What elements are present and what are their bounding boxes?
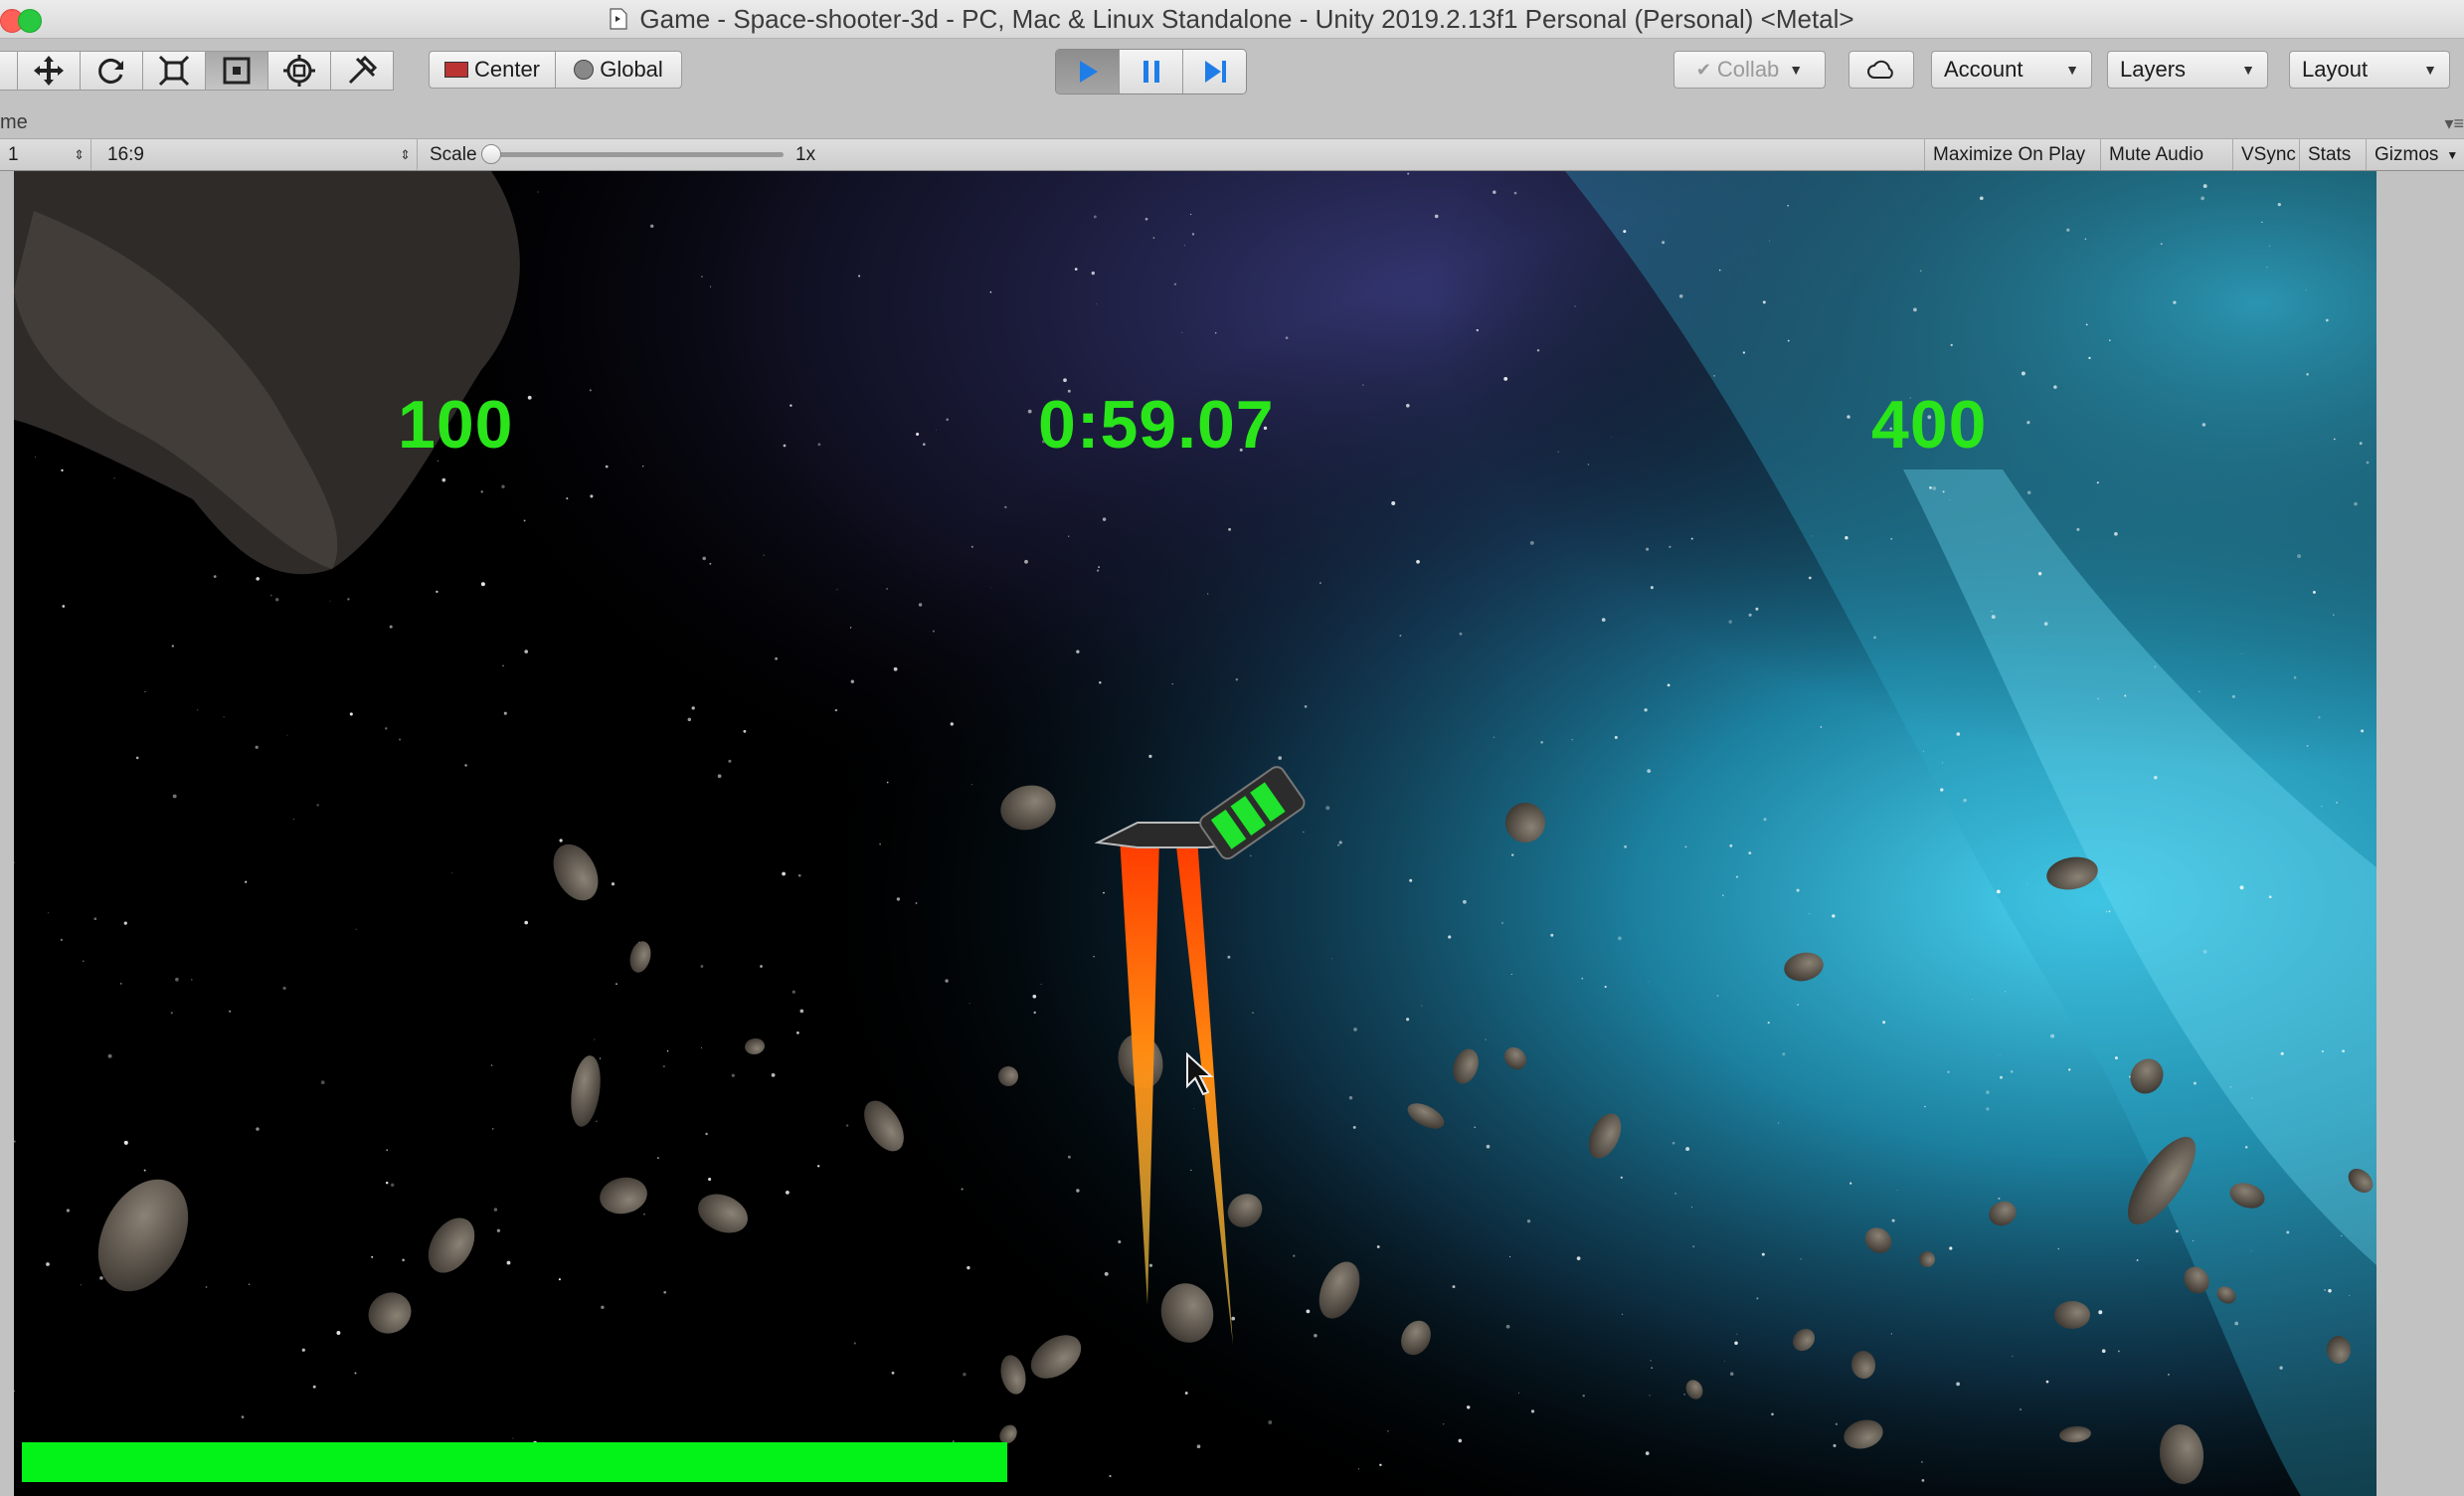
hud-left-counter: 100 (398, 387, 514, 463)
scale-slider-track[interactable] (487, 152, 784, 157)
cloud-button[interactable] (1848, 51, 1914, 89)
scale-tool-icon[interactable] (143, 51, 206, 91)
move-tool-icon[interactable] (18, 51, 81, 91)
play-icon (1079, 61, 1098, 83)
title-bar: Game - Space-shooter-3d - PC, Mac & Linu… (0, 0, 2464, 39)
pause-button[interactable] (1120, 50, 1183, 94)
layout-label: Layout (2302, 57, 2369, 82)
updown-icon: ⇕ (400, 147, 411, 162)
hud-timer: 0:59.07 (1038, 387, 1275, 463)
chevron-down-icon: ▼ (2241, 62, 2255, 78)
pivot-label: Center (473, 57, 541, 82)
health-bar (22, 1442, 1007, 1482)
game-tab[interactable]: me (0, 111, 28, 134)
window-title: Game - Space-shooter-3d - PC, Mac & Linu… (639, 3, 1854, 34)
account-label: Account (1944, 57, 2024, 82)
pivot-global-button[interactable]: Global (555, 51, 682, 89)
display-value: 1 (8, 143, 19, 165)
aspect-value: 16:9 (107, 143, 144, 165)
mute-audio-toggle[interactable]: Mute Audio (2100, 139, 2232, 170)
chevron-down-icon: ▼ (1789, 62, 1804, 78)
globe-icon (574, 60, 595, 80)
space-scene (14, 171, 2376, 1496)
display-select[interactable]: 1 ⇕ (0, 139, 91, 170)
aspect-select[interactable]: 16:9 ⇕ (99, 139, 418, 170)
collab-label: Collab (1716, 57, 1780, 82)
hand-tool-icon[interactable] (0, 51, 18, 91)
pivot-icon (443, 62, 468, 78)
rotate-tool-icon[interactable] (81, 51, 143, 91)
gizmos-label: Gizmos (2375, 143, 2439, 165)
vsync-toggle[interactable]: VSync (2232, 139, 2299, 170)
left-panel-edge (0, 171, 14, 1496)
main-toolbar: Center Global ✔ Collab ▼ Account ▼ Layer… (0, 39, 2464, 141)
game-view-toolbar: 1 ⇕ 16:9 ⇕ Scale 1x Maximize On Play Mut… (0, 138, 2464, 171)
chevron-down-icon: ▼ (2065, 62, 2079, 78)
game-viewport[interactable]: 100 0:59.07 400 (14, 171, 2376, 1496)
cloud-icon (1867, 60, 1893, 79)
layers-label: Layers (2120, 57, 2187, 82)
pause-icon (1143, 61, 1159, 83)
step-icon (1204, 61, 1226, 83)
scale-slider-knob[interactable] (481, 144, 501, 164)
chevron-down-icon: ▼ (2446, 147, 2459, 162)
playback-controls (1055, 49, 1247, 94)
layers-dropdown[interactable]: Layers ▼ (2107, 51, 2268, 89)
step-button[interactable] (1183, 50, 1246, 94)
gizmos-dropdown[interactable]: Gizmos ▼ (2366, 139, 2464, 170)
account-dropdown[interactable]: Account ▼ (1931, 51, 2092, 89)
maximize-on-play-toggle[interactable]: Maximize On Play (1924, 139, 2100, 170)
pivot-center-button[interactable]: Center (429, 51, 556, 89)
stats-toggle[interactable]: Stats (2299, 139, 2366, 170)
hud-right-counter: 400 (1871, 387, 1988, 463)
rect-tool-icon[interactable] (206, 51, 268, 91)
play-button[interactable] (1056, 50, 1120, 94)
check-icon: ✔ (1695, 59, 1711, 80)
space-label: Global (600, 57, 663, 82)
updown-icon: ⇕ (74, 147, 85, 162)
collab-dropdown[interactable]: ✔ Collab ▼ (1673, 51, 1826, 89)
scale-value: 1x (795, 143, 816, 165)
unity-document-icon (610, 8, 628, 30)
tab-menu-icon[interactable]: ▾≡ (2444, 113, 2464, 134)
layout-dropdown[interactable]: Layout ▼ (2289, 51, 2450, 89)
chevron-down-icon: ▼ (2423, 62, 2437, 78)
transform-tools (0, 51, 394, 91)
transform-tool-icon[interactable] (268, 51, 331, 91)
right-panel-edge (2376, 171, 2464, 1496)
custom-tool-icon[interactable] (331, 51, 394, 91)
